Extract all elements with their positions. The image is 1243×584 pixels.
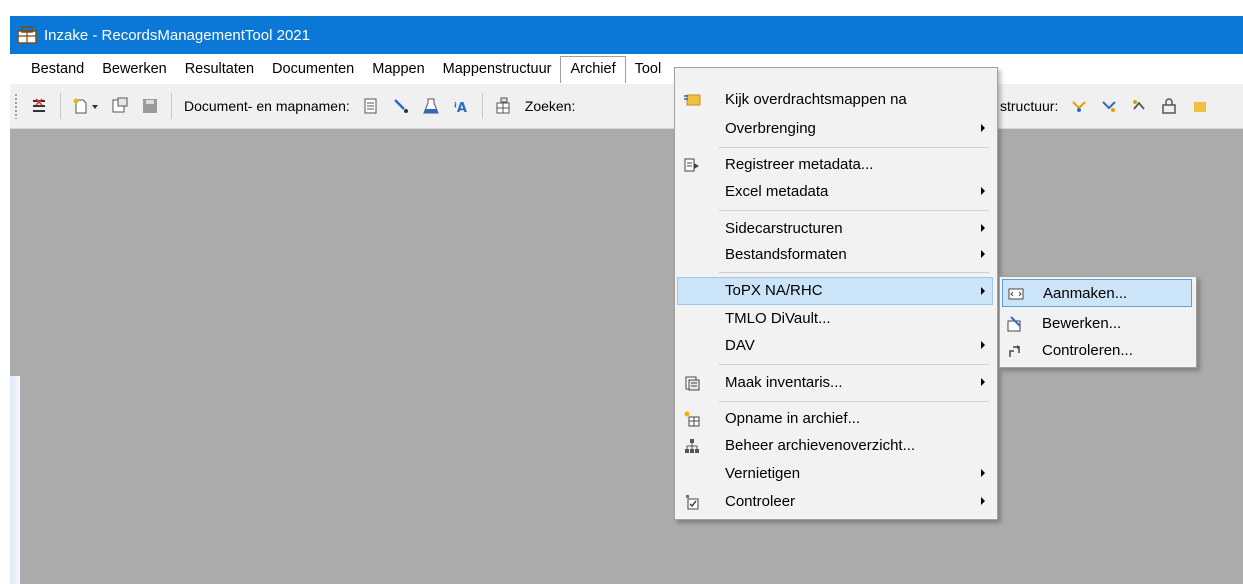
menu-separator [719, 272, 989, 273]
lock-icon[interactable] [1158, 95, 1180, 117]
menu-item-label: DAV [725, 337, 755, 354]
toolbar-separator [171, 93, 172, 119]
document-names-label: Document- en mapnamen: [184, 98, 350, 114]
flask-icon[interactable] [420, 95, 442, 117]
create-icon [1007, 285, 1025, 303]
menu-item-kijk-overdrachtsmappen-na[interactable]: Kijk overdrachtsmappen na [677, 88, 993, 114]
menu-item-label: Overbrenging [725, 120, 816, 137]
folder-check-icon [683, 90, 701, 108]
menu-item-sidecarstructuren[interactable]: Sidecarstructuren [677, 216, 993, 242]
menu-bewerken[interactable]: Bewerken [93, 56, 175, 82]
submenu-item-label: Bewerken... [1042, 315, 1122, 332]
submenu-arrow-icon [981, 378, 985, 386]
menu-item-topx-na-rhc[interactable]: ToPX NA/RHC [677, 277, 993, 305]
submenu-arrow-icon [981, 187, 985, 195]
submenu-item-aanmaken[interactable]: Aanmaken... [1002, 279, 1192, 307]
submenu-arrow-icon [981, 341, 985, 349]
submenu-arrow-icon [981, 250, 985, 258]
search-label: Zoeken: [524, 98, 576, 114]
add-archive-icon [683, 410, 701, 428]
toolbar-separator [60, 93, 61, 119]
menu-item-excel-metadata[interactable]: Excel metadata [677, 179, 993, 205]
window-title: Inzake - RecordsManagementTool 2021 [44, 26, 310, 44]
toolbar-separator [481, 93, 483, 119]
text-case-icon[interactable]: ⁱA [450, 95, 472, 117]
folder-icon[interactable] [1188, 95, 1210, 117]
topx-submenu: Aanmaken... Bewerken... Controleren... [999, 276, 1197, 368]
structure-swap-icon[interactable] [1128, 95, 1150, 117]
menu-bar: Bestand Bewerken Resultaten Documenten M… [10, 54, 1243, 84]
register-metadata-icon [683, 156, 701, 174]
search-grid-icon[interactable] [493, 95, 515, 117]
menu-item-beheer-archievenoverzicht[interactable]: Beheer archievenoverzicht... [677, 433, 993, 459]
menu-item-label: ToPX NA/RHC [725, 282, 823, 299]
menu-mappen[interactable]: Mappen [363, 56, 433, 82]
menu-item-label: Opname in archief... [725, 410, 861, 427]
menu-separator [719, 364, 989, 365]
menu-item-label: Excel metadata [725, 183, 829, 200]
title-bar: Inzake - RecordsManagementTool 2021 [10, 16, 1243, 54]
menu-item-overbrenging[interactable]: Overbrenging [677, 116, 993, 142]
menu-item-tmlo-divault[interactable]: TMLO DiVault... [677, 306, 993, 332]
menu-item-maak-inventaris[interactable]: Maak inventaris... [677, 370, 993, 396]
menu-item-registreer-metadata[interactable]: Registreer metadata... [677, 152, 993, 178]
menu-item-bestandsformaten[interactable]: Bestandsformaten [677, 242, 993, 268]
structure-label: structuur: [1000, 98, 1059, 114]
check-icon [683, 493, 701, 511]
menu-item-label: Maak inventaris... [725, 374, 843, 391]
menu-separator [719, 147, 989, 148]
menu-item-controleer[interactable]: Controleer [677, 489, 993, 515]
save-icon[interactable] [139, 95, 161, 117]
submenu-arrow-icon [981, 469, 985, 477]
toolbar-grip[interactable] [14, 93, 18, 119]
archive-tree-icon [683, 437, 701, 455]
submenu-item-controleren[interactable]: Controleren... [1002, 338, 1192, 364]
submenu-arrow-icon [981, 497, 985, 505]
close-list-icon[interactable] [28, 95, 50, 117]
menu-item-label: Sidecarstructuren [725, 220, 843, 237]
menu-item-label: Controleer [725, 493, 796, 510]
menu-separator [719, 210, 989, 211]
workspace-edge [10, 376, 20, 584]
menu-item-label: Vernietigen [725, 465, 801, 482]
structure-toolbar-group: structuur: [1000, 84, 1214, 128]
brush-icon[interactable] [390, 95, 412, 117]
menu-archief[interactable]: Archief [560, 56, 626, 83]
toolbar: Document- en mapnamen: ⁱA Zoeken: struct… [10, 84, 1243, 129]
structure-collapse-icon[interactable] [1098, 95, 1120, 117]
svg-text:ⁱA: ⁱA [454, 101, 467, 115]
open-document-icon[interactable] [109, 95, 131, 117]
structure-sort-icon[interactable] [1068, 95, 1090, 117]
menu-bestand[interactable]: Bestand [22, 56, 93, 82]
menu-item-label: Registreer metadata... [725, 156, 874, 173]
menu-item-label: TMLO DiVault... [725, 310, 831, 327]
menu-item-vernietigen[interactable]: Vernietigen [677, 461, 993, 487]
menu-item-opname-in-archief[interactable]: Opname in archief... [677, 406, 993, 432]
menu-item-dav[interactable]: DAV [677, 333, 993, 359]
submenu-item-label: Controleren... [1042, 342, 1133, 359]
new-document-dropdown-icon[interactable] [71, 95, 101, 117]
menu-mappenstructuur[interactable]: Mappenstructuur [434, 56, 561, 82]
menu-separator [719, 401, 989, 402]
submenu-arrow-icon [981, 224, 985, 232]
validate-icon [1006, 342, 1024, 360]
submenu-item-label: Aanmaken... [1043, 285, 1128, 302]
menu-tool[interactable]: Tool [626, 56, 671, 82]
menu-item-label: Beheer archievenoverzicht... [725, 437, 916, 454]
edit-icon [1006, 315, 1024, 333]
submenu-item-bewerken[interactable]: Bewerken... [1002, 311, 1192, 337]
submenu-arrow-icon [981, 124, 985, 132]
submenu-arrow-icon [981, 287, 985, 295]
inventory-icon [683, 374, 701, 392]
rename-icon[interactable] [360, 95, 382, 117]
app-icon [16, 24, 38, 46]
menu-resultaten[interactable]: Resultaten [176, 56, 263, 82]
menu-item-label: Bestandsformaten [725, 246, 847, 263]
archief-dropdown-menu: Kijk overdrachtsmappen na Overbrenging R… [674, 67, 998, 520]
menu-documenten[interactable]: Documenten [263, 56, 363, 82]
menu-item-label: Kijk overdrachtsmappen na [725, 91, 907, 108]
